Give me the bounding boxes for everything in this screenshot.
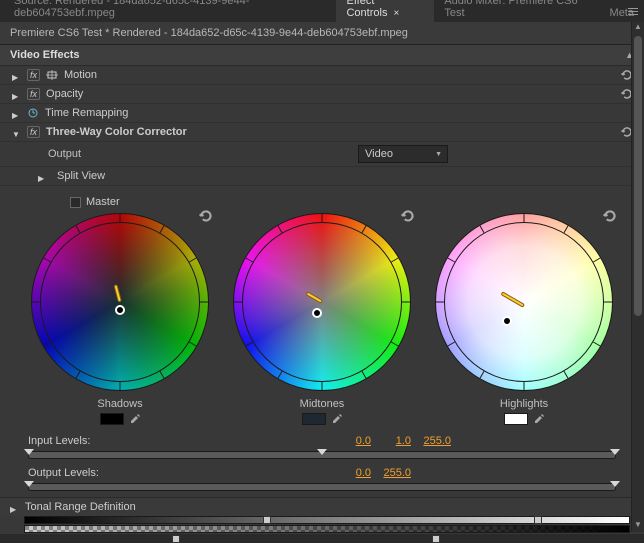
shadows-label: Shadows — [97, 398, 142, 410]
eyedropper-icon[interactable] — [533, 413, 545, 425]
param-output-row: Output Video — [0, 142, 644, 167]
fx-opacity-label[interactable]: Opacity — [46, 88, 83, 100]
shadows-wheel[interactable] — [31, 213, 209, 391]
tab-effect-controls[interactable]: Effect Controls× — [336, 0, 434, 22]
tonal-range-row: Tonal Range Definition — [0, 497, 644, 516]
tab-source[interactable]: Source: Rendered - 184da652-d65c-4139-9e… — [4, 0, 336, 22]
eyedropper-icon[interactable] — [331, 413, 343, 425]
tonal-range-label[interactable]: Tonal Range Definition — [25, 501, 136, 513]
disclose-icon[interactable] — [12, 90, 21, 99]
effect-controls-content: Video Effects ▲ fx Motion fx Opacity Tim… — [0, 45, 644, 534]
fx-badge-icon[interactable]: fx — [27, 69, 40, 81]
panel-menu-icon[interactable] — [626, 4, 640, 18]
midtones-label: Midtones — [300, 398, 345, 410]
param-output-label: Output — [48, 148, 168, 160]
highlights-swatch[interactable] — [504, 413, 528, 425]
tab-bar: Source: Rendered - 184da652-d65c-4139-9e… — [0, 0, 644, 22]
vertical-scrollbar[interactable]: ▲ ▼ — [631, 22, 644, 532]
input-levels-slider[interactable] — [28, 451, 616, 459]
input-gamma[interactable]: 1.0 — [381, 435, 411, 447]
midtones-wheel-block: Midtones — [232, 212, 412, 425]
highlights-wheel[interactable] — [435, 213, 613, 391]
scroll-up-icon[interactable]: ▲ — [632, 22, 644, 34]
output-levels-slider[interactable] — [28, 483, 616, 491]
fx-opacity-row: fx Opacity — [0, 85, 644, 104]
disclose-icon[interactable] — [38, 172, 47, 181]
param-splitview-row: Split View — [0, 167, 644, 186]
highlights-label: Highlights — [500, 398, 548, 410]
master-checkbox[interactable] — [70, 197, 81, 208]
eyedropper-icon[interactable] — [129, 413, 141, 425]
midtones-swatch[interactable] — [302, 413, 326, 425]
fx-threeway-label[interactable]: Three-Way Color Corrector — [46, 126, 187, 138]
transform-icon — [46, 70, 58, 80]
close-icon[interactable]: × — [393, 8, 399, 19]
clip-path: Premiere CS6 Test * Rendered - 184da652-… — [0, 22, 644, 45]
input-white[interactable]: 255.0 — [421, 435, 451, 447]
fx-threeway-row: fx Three-Way Color Corrector — [0, 123, 644, 142]
scroll-down-icon[interactable]: ▼ — [632, 520, 644, 532]
disclose-icon[interactable] — [12, 128, 21, 137]
param-splitview-label[interactable]: Split View — [57, 170, 105, 182]
disclose-icon[interactable] — [12, 109, 21, 118]
disclose-icon[interactable] — [12, 71, 21, 80]
shadows-swatch[interactable] — [100, 413, 124, 425]
output-dropdown[interactable]: Video — [358, 145, 448, 163]
fx-time-remap-label[interactable]: Time Remapping — [45, 107, 128, 119]
master-label: Master — [86, 196, 120, 208]
fx-badge-icon[interactable]: fx — [27, 126, 40, 138]
midtones-wheel[interactable] — [233, 213, 411, 391]
scroll-thumb[interactable] — [634, 36, 642, 316]
input-levels-label: Input Levels: — [28, 435, 103, 447]
video-effects-header[interactable]: Video Effects ▲ — [0, 45, 644, 66]
master-row: Master — [20, 196, 624, 208]
output-white[interactable]: 255.0 — [381, 467, 411, 479]
tab-audio-mixer[interactable]: Audio Mixer: Premiere CS6 Test — [434, 0, 599, 22]
input-black[interactable]: 0.0 — [341, 435, 371, 447]
tonal-range-strip[interactable] — [24, 516, 630, 534]
highlights-wheel-block: Highlights — [434, 212, 614, 425]
output-levels-row: Output Levels: 0.0 255.0 — [0, 465, 644, 481]
clock-icon — [27, 108, 39, 118]
output-black[interactable]: 0.0 — [341, 467, 371, 479]
shadows-wheel-block: Shadows — [30, 212, 210, 425]
fx-badge-icon[interactable]: fx — [27, 88, 40, 100]
input-levels-row: Input Levels: 0.0 1.0 255.0 — [0, 433, 644, 449]
fx-motion-label[interactable]: Motion — [64, 69, 97, 81]
fx-motion-row: fx Motion — [0, 66, 644, 85]
output-levels-label: Output Levels: — [28, 467, 103, 479]
three-way-wheels: Master Shadows — [0, 186, 644, 431]
fx-time-remap-row: Time Remapping — [0, 104, 644, 123]
disclose-icon[interactable] — [10, 503, 19, 512]
